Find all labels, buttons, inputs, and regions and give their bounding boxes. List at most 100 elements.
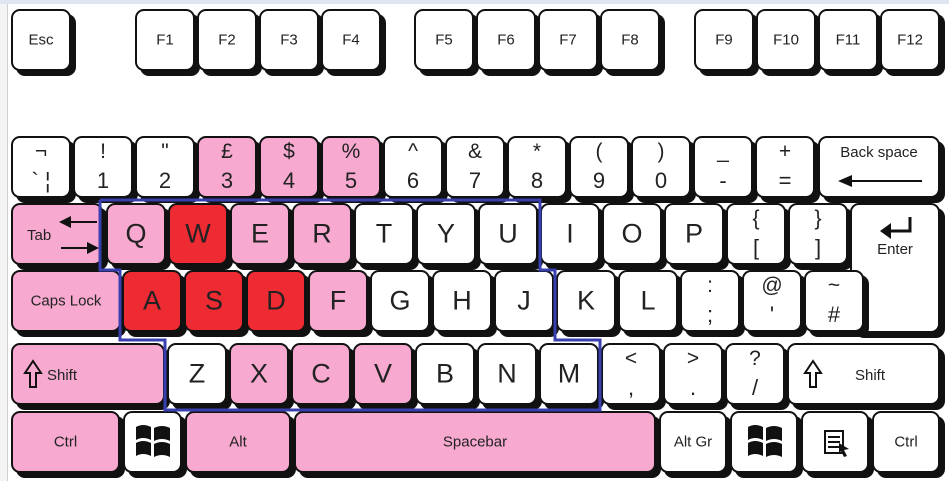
key-p[interactable]: P [664, 203, 724, 265]
key-u[interactable]: U [478, 203, 538, 265]
key-l[interactable]: L [618, 270, 678, 332]
key-5[interactable]: % 5 [321, 136, 381, 198]
top-edge [0, 0, 949, 4]
key-n[interactable]: N [477, 343, 537, 405]
windows-logo-icon [136, 425, 170, 457]
key-label: E [250, 218, 269, 249]
key-y[interactable]: Y [416, 203, 476, 265]
key-f7[interactable]: F7 [538, 9, 598, 71]
key-7[interactable]: & 7 [445, 136, 505, 198]
enter-arrow-icon [880, 217, 912, 239]
shift-arrow-icon [23, 359, 43, 388]
key-symbol: ] [814, 235, 822, 260]
key-d[interactable]: D [246, 270, 306, 332]
key-label: F9 [715, 31, 733, 49]
key-label: F8 [621, 31, 639, 49]
key-e[interactable]: E [230, 203, 290, 265]
key-equals[interactable]: + = [755, 136, 815, 198]
key-0[interactable]: ) 0 [631, 136, 691, 198]
key-a[interactable]: A [122, 270, 182, 332]
key-right-shift[interactable]: Shift [787, 343, 940, 405]
key-j[interactable]: J [494, 270, 554, 332]
key-right-windows[interactable] [730, 411, 798, 473]
key-label: W [185, 218, 211, 249]
key-tab[interactable]: Tab [11, 203, 103, 265]
key-m[interactable]: M [539, 343, 599, 405]
key-label: Spacebar [442, 433, 508, 451]
key-label: F3 [280, 31, 298, 49]
key-left-windows[interactable] [123, 411, 182, 473]
key-w[interactable]: W [168, 203, 228, 265]
key-z[interactable]: Z [167, 343, 227, 405]
key-shift-symbol: : [707, 274, 713, 297]
key-label: N [497, 358, 517, 389]
key-f6[interactable]: F6 [476, 9, 536, 71]
key-f2[interactable]: F2 [197, 9, 257, 71]
key-b[interactable]: B [415, 343, 475, 405]
key-f4[interactable]: F4 [321, 9, 381, 71]
key-alt-gr[interactable]: Alt Gr [659, 411, 727, 473]
key-i[interactable]: I [540, 203, 600, 265]
key-shift-symbol: £ [221, 140, 233, 163]
key-t[interactable]: T [354, 203, 414, 265]
key-period[interactable]: >. [663, 343, 723, 405]
key-digit: 7 [468, 168, 482, 193]
key-label: S [204, 285, 223, 316]
key-comma[interactable]: <, [601, 343, 661, 405]
key-label: Esc [28, 31, 54, 49]
key-label: Q [125, 218, 147, 249]
shift-arrow-icon [803, 359, 823, 388]
key-symbol: ' [769, 302, 775, 327]
key-f8[interactable]: F8 [600, 9, 660, 71]
key-quote[interactable]: @ ' [742, 270, 802, 332]
key-right-bracket[interactable]: }] [788, 203, 848, 265]
key-slash[interactable]: ? / [725, 343, 785, 405]
key-right-ctrl[interactable]: Ctrl [872, 411, 940, 473]
key-backspace[interactable]: Back space [818, 136, 940, 198]
key-f9[interactable]: F9 [694, 9, 754, 71]
key-backtick[interactable]: ¬ ` ¦ [11, 136, 71, 198]
key-v[interactable]: V [353, 343, 413, 405]
key-k[interactable]: K [556, 270, 616, 332]
key-f5[interactable]: F5 [414, 9, 474, 71]
key-shift-symbol: } [814, 207, 822, 230]
key-8[interactable]: * 8 [507, 136, 567, 198]
key-9[interactable]: (9 [569, 136, 629, 198]
left-edge [0, 0, 8, 481]
key-6[interactable]: ^ 6 [383, 136, 443, 198]
key-f[interactable]: F [308, 270, 368, 332]
key-f3[interactable]: F3 [259, 9, 319, 71]
key-label: B [435, 358, 454, 389]
key-f11[interactable]: F11 [818, 9, 878, 71]
key-label: A [142, 285, 161, 316]
key-r[interactable]: R [292, 203, 352, 265]
key-alt[interactable]: Alt [185, 411, 291, 473]
key-s[interactable]: S [184, 270, 244, 332]
key-esc[interactable]: Esc [11, 9, 71, 71]
key-f12[interactable]: F12 [880, 9, 940, 71]
key-left-shift[interactable]: Shift [11, 343, 165, 405]
key-left-bracket[interactable]: {[ [726, 203, 786, 265]
key-3[interactable]: £3 [197, 136, 257, 198]
key-digit: 8 [530, 168, 544, 193]
key-x[interactable]: X [229, 343, 289, 405]
key-label: Enter [877, 241, 913, 258]
key-minus[interactable]: _ - [693, 136, 753, 198]
key-q[interactable]: Q [106, 203, 166, 265]
key-caps-lock[interactable]: Caps Lock [11, 270, 121, 332]
key-g[interactable]: G [370, 270, 430, 332]
key-f1[interactable]: F1 [135, 9, 195, 71]
key-4[interactable]: $4 [259, 136, 319, 198]
key-spacebar[interactable]: Spacebar [294, 411, 656, 473]
key-f10[interactable]: F10 [756, 9, 816, 71]
key-1[interactable]: ! 1 [73, 136, 133, 198]
key-hash[interactable]: ~ # [804, 270, 864, 332]
key-o[interactable]: O [602, 203, 662, 265]
key-h[interactable]: H [432, 270, 492, 332]
key-c[interactable]: C [291, 343, 351, 405]
key-left-ctrl[interactable]: Ctrl [11, 411, 120, 473]
key-menu[interactable] [801, 411, 869, 473]
key-semicolon[interactable]: :; [680, 270, 740, 332]
key-2[interactable]: " 2 [135, 136, 195, 198]
key-label: C [311, 358, 331, 389]
